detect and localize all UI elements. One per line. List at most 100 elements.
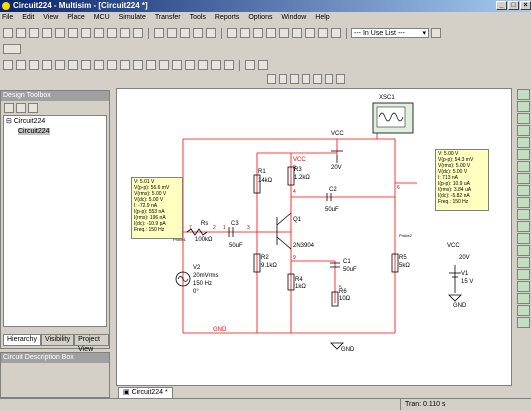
source-component-icon[interactable] <box>3 60 13 70</box>
menu-edit[interactable]: Edit <box>20 14 36 21</box>
open-sheet-icon[interactable] <box>16 103 26 113</box>
network-analyzer-icon[interactable] <box>517 245 530 256</box>
help-icon[interactable] <box>431 28 441 38</box>
fullscreen-icon[interactable] <box>154 28 164 38</box>
logic-converter-icon[interactable] <box>517 197 530 208</box>
menu-file[interactable]: File <box>0 14 15 21</box>
zoom-out-icon[interactable] <box>180 28 190 38</box>
probe2-readout[interactable]: V: 5.00 V V(p-p): 54.3 mV V(rms): 5.00 V… <box>435 149 489 211</box>
zoom-fit-icon[interactable] <box>206 28 216 38</box>
mixed-component-icon[interactable] <box>107 60 117 70</box>
step-into-icon[interactable] <box>324 74 334 84</box>
word-generator-icon[interactable] <box>517 173 530 184</box>
tab-visibility[interactable]: Visibility <box>40 334 75 346</box>
agilent-generator-icon[interactable] <box>517 257 530 268</box>
four-channel-oscilloscope-icon[interactable] <box>517 137 530 148</box>
misc-digital-icon[interactable] <box>94 60 104 70</box>
edit-mode-icon[interactable] <box>3 44 21 54</box>
menu-options[interactable]: Options <box>246 14 274 21</box>
save-icon[interactable] <box>42 28 52 38</box>
ttl-component-icon[interactable] <box>68 60 78 70</box>
erc-icon[interactable] <box>305 28 315 38</box>
grapher-icon[interactable] <box>279 28 289 38</box>
electromechanical-icon[interactable] <box>185 60 195 70</box>
tab-project-view[interactable]: Project View <box>74 334 109 353</box>
toolbox-icon[interactable] <box>227 28 237 38</box>
menu-place[interactable]: Place <box>65 14 87 21</box>
step-over-icon[interactable] <box>313 74 322 84</box>
hierarchical-block-icon[interactable] <box>211 60 221 70</box>
misc-component-icon[interactable] <box>146 60 156 70</box>
cut-icon[interactable] <box>81 28 91 38</box>
menu-transfer[interactable]: Transfer <box>153 14 183 21</box>
forward-annotate-icon[interactable] <box>331 28 341 38</box>
close-sheet-icon[interactable] <box>28 103 38 113</box>
print-preview-icon[interactable] <box>68 28 78 38</box>
postprocessor-icon[interactable] <box>292 28 302 38</box>
agilent-oscilloscope-icon[interactable] <box>517 281 530 292</box>
run-icon[interactable] <box>267 74 276 84</box>
menu-window[interactable]: Window <box>279 14 308 21</box>
analog-component-icon[interactable] <box>55 60 65 70</box>
distortion-analyzer-icon[interactable] <box>517 221 530 232</box>
oscilloscope-xsc1[interactable] <box>372 102 414 134</box>
paste-icon[interactable] <box>107 28 117 38</box>
bus-icon[interactable] <box>224 60 234 70</box>
pause-icon[interactable] <box>278 74 288 84</box>
current-probe-icon[interactable] <box>517 317 530 328</box>
menu-reports[interactable]: Reports <box>213 14 242 21</box>
copy-icon[interactable] <box>94 28 104 38</box>
redo-icon[interactable] <box>133 28 143 38</box>
menu-view[interactable]: View <box>41 14 60 21</box>
print-icon[interactable] <box>55 28 65 38</box>
undo-icon[interactable] <box>120 28 130 38</box>
in-use-list-combo[interactable]: --- In Use List --- ▾ <box>351 28 429 38</box>
power-component-icon[interactable] <box>133 60 143 70</box>
basic-component-icon[interactable] <box>16 60 26 70</box>
wattmeter-icon[interactable] <box>517 113 530 124</box>
new-icon[interactable] <box>3 28 13 38</box>
close-button[interactable]: × <box>520 1 531 10</box>
stop-icon[interactable] <box>290 74 299 84</box>
logic-analyzer-icon[interactable] <box>517 185 530 196</box>
step-icon[interactable] <box>301 74 311 84</box>
zoom-in-icon[interactable] <box>167 28 177 38</box>
advanced-peripherals-icon[interactable] <box>159 60 169 70</box>
component-wizard-icon[interactable] <box>266 28 276 38</box>
tektronix-oscilloscope-icon[interactable] <box>517 293 530 304</box>
labview-instrument-icon[interactable] <box>517 305 530 316</box>
menu-simulate[interactable]: Simulate <box>117 14 148 21</box>
minimize-button[interactable]: _ <box>496 1 507 10</box>
mcu-component-icon[interactable] <box>198 60 208 70</box>
indicator-component-icon[interactable] <box>120 60 130 70</box>
function-generator-icon[interactable] <box>517 101 530 112</box>
maximize-button[interactable]: □ <box>508 1 519 10</box>
spectrum-analyzer-icon[interactable] <box>517 233 530 244</box>
menu-help[interactable]: Help <box>313 14 331 21</box>
iv-analyzer-icon[interactable] <box>517 209 530 220</box>
open-icon[interactable] <box>16 28 26 38</box>
agilent-multimeter-icon[interactable] <box>517 269 530 280</box>
tree-root[interactable]: ⊟ Circuit224 <box>4 116 106 128</box>
cmos-component-icon[interactable] <box>81 60 91 70</box>
rf-component-icon[interactable] <box>172 60 182 70</box>
spreadsheet-icon[interactable] <box>240 28 250 38</box>
diode-component-icon[interactable] <box>29 60 39 70</box>
probe1-readout[interactable]: V: 5.01 V V(p-p): 56.6 mV V(rms): 5.00 V… <box>131 177 183 239</box>
probe-icon[interactable] <box>245 60 255 70</box>
open-sample-icon[interactable] <box>29 28 39 38</box>
new-sheet-icon[interactable] <box>4 103 14 113</box>
database-icon[interactable] <box>253 28 263 38</box>
transistor-component-icon[interactable] <box>42 60 52 70</box>
bode-plotter-icon[interactable] <box>517 149 530 160</box>
multimeter-icon[interactable] <box>517 89 530 100</box>
back-annotate-icon[interactable] <box>318 28 328 38</box>
tree-child[interactable]: Circuit224 <box>4 128 106 136</box>
tab-hierarchy[interactable]: Hierarchy <box>3 334 41 346</box>
oscilloscope-icon[interactable] <box>517 125 530 136</box>
menu-tools[interactable]: Tools <box>188 14 208 21</box>
schematic-workspace[interactable]: VCC 20V XSC1 VCC R1 14kΩ R3 1.2kΩ R2 9.1… <box>116 88 512 386</box>
probe-settings-icon[interactable] <box>258 60 268 70</box>
frequency-counter-icon[interactable] <box>517 161 530 172</box>
zoom-area-icon[interactable] <box>193 28 203 38</box>
